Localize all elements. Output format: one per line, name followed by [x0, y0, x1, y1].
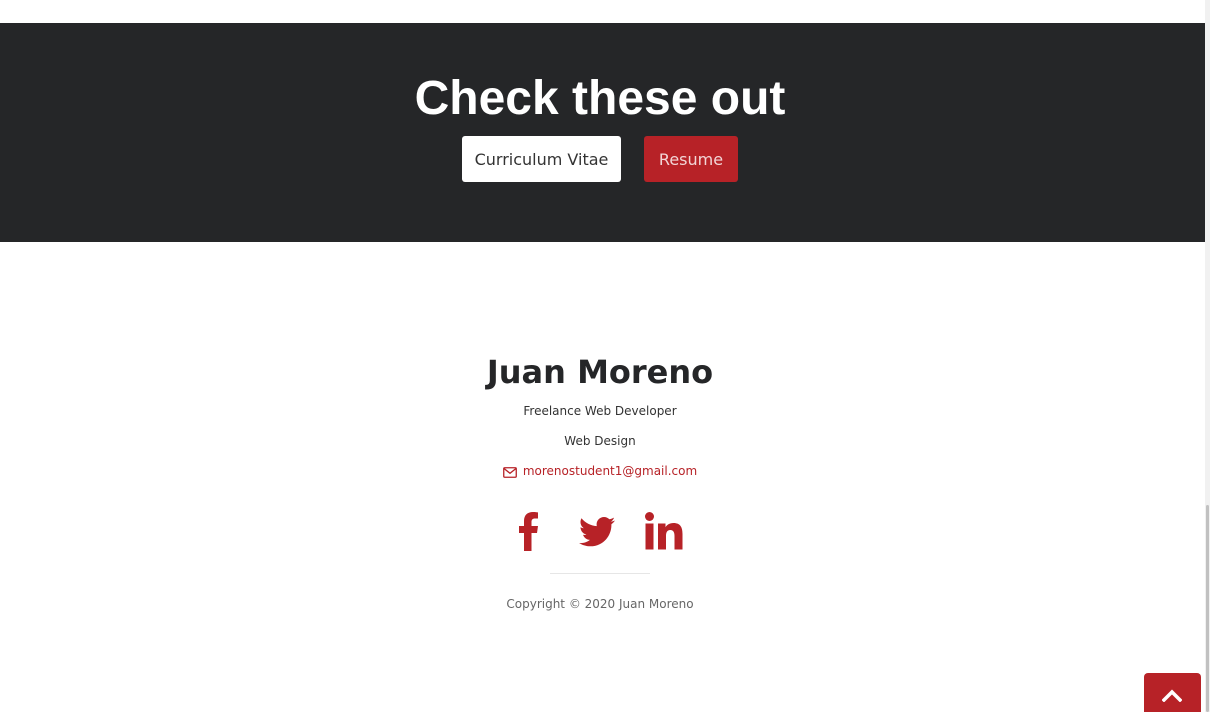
email-row: morenostudent1@gmail.com: [0, 463, 1200, 479]
page: Check these out Curriculum Vitae Resume …: [0, 0, 1210, 712]
facebook-icon[interactable]: [517, 511, 543, 551]
linkedin-icon[interactable]: [644, 511, 684, 551]
cta-title: Check these out: [414, 72, 786, 125]
chevron-up-icon: [1162, 689, 1182, 702]
footer-role: Web Design: [564, 434, 636, 448]
curriculum-vitae-button[interactable]: Curriculum Vitae: [462, 136, 621, 182]
resume-button[interactable]: Resume: [644, 136, 738, 182]
envelope-icon: [502, 466, 517, 478]
top-strip: [0, 0, 1205, 23]
copyright-text: Copyright © 2020 Juan Moreno: [506, 597, 694, 611]
twitter-icon[interactable]: [578, 511, 616, 551]
scrollbar[interactable]: [1205, 0, 1210, 712]
footer-divider: [550, 573, 650, 574]
scroll-to-top-button[interactable]: [1144, 673, 1201, 712]
scrollbar-thumb[interactable]: [1206, 505, 1209, 712]
email-link[interactable]: morenostudent1@gmail.com: [523, 463, 697, 479]
footer-role: Freelance Web Developer: [523, 404, 677, 418]
footer-name: Juan Moreno: [486, 353, 714, 391]
cta-section: [0, 23, 1205, 242]
